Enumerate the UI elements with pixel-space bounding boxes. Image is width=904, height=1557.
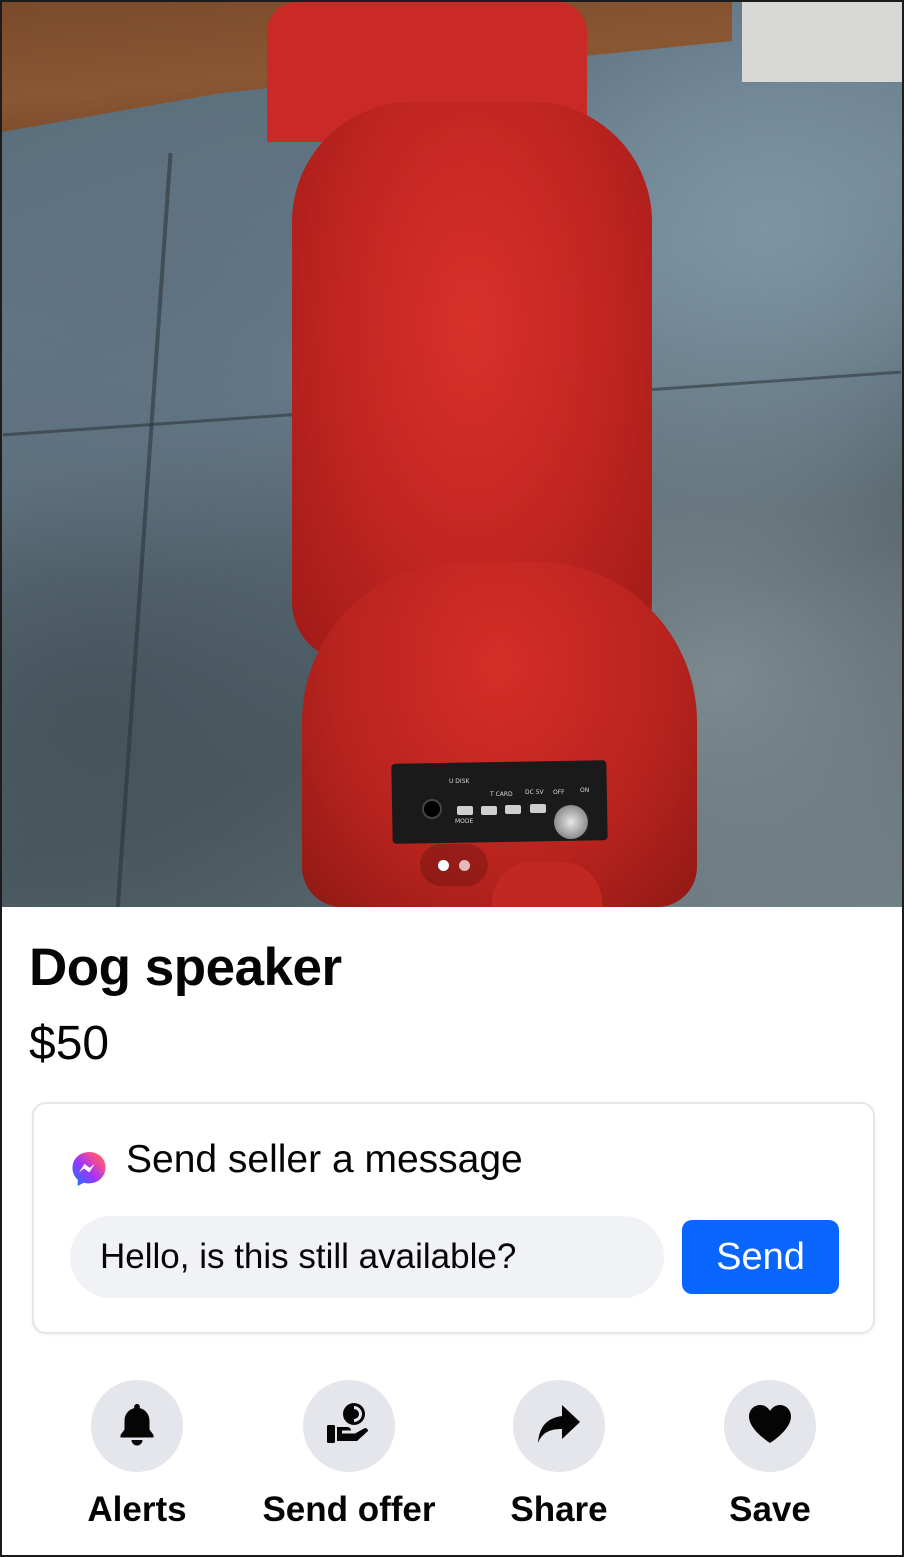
share-button[interactable]: Share [454, 1380, 664, 1540]
listing-price: $50 [29, 1017, 110, 1070]
photo-pagination[interactable] [420, 844, 488, 886]
panel-button [481, 806, 497, 815]
bell-icon [117, 1402, 157, 1451]
send-offer-label: Send offer [262, 1490, 436, 1529]
panel-button [505, 805, 521, 814]
photo-dot-active[interactable] [438, 859, 449, 871]
share-circle[interactable] [513, 1380, 605, 1472]
heart-icon [747, 1403, 793, 1450]
send-offer-circle[interactable] [303, 1380, 395, 1472]
action-bar: Alerts Send offer Share Save [2, 1380, 902, 1540]
offer-icon [325, 1401, 373, 1452]
message-heading: Send seller a message [126, 1138, 523, 1181]
listing-photo[interactable]: U DISK T CARD DC 5V OFF ON MODE [2, 2, 902, 907]
wall-corner [742, 2, 902, 82]
panel-label-mode: MODE [455, 818, 474, 825]
panel-button [457, 806, 473, 815]
audio-jack [422, 799, 442, 819]
dog-tail [492, 862, 602, 907]
panel-label-tcard: T CARD [490, 791, 513, 798]
save-label: Save [729, 1490, 811, 1529]
dog-haunch [302, 562, 697, 907]
tile-line [115, 152, 173, 907]
marketplace-listing: U DISK T CARD DC 5V OFF ON MODE Dog spea… [0, 0, 904, 1557]
save-circle[interactable] [724, 1380, 816, 1472]
message-seller-card: Send seller a message Hello, is this sti… [32, 1102, 875, 1334]
alerts-button[interactable]: Alerts [32, 1380, 242, 1540]
photo-dot[interactable] [459, 859, 470, 871]
send-button[interactable]: Send [682, 1220, 839, 1294]
alerts-label: Alerts [87, 1490, 187, 1529]
panel-label-off: OFF [553, 789, 565, 796]
message-input[interactable]: Hello, is this still available? [70, 1216, 664, 1298]
messenger-icon [70, 1150, 108, 1188]
listing-title: Dog speaker [29, 938, 342, 997]
panel-button [530, 804, 546, 813]
volume-knob [554, 805, 588, 839]
save-button[interactable]: Save [665, 1380, 875, 1540]
send-offer-button[interactable]: Send offer [244, 1380, 454, 1540]
share-label: Share [510, 1490, 608, 1529]
panel-label-udisk: U DISK [449, 778, 470, 785]
panel-label-dc: DC 5V [525, 789, 544, 796]
share-icon [536, 1403, 582, 1450]
panel-label-on: ON [580, 787, 590, 794]
alerts-circle[interactable] [91, 1380, 183, 1472]
